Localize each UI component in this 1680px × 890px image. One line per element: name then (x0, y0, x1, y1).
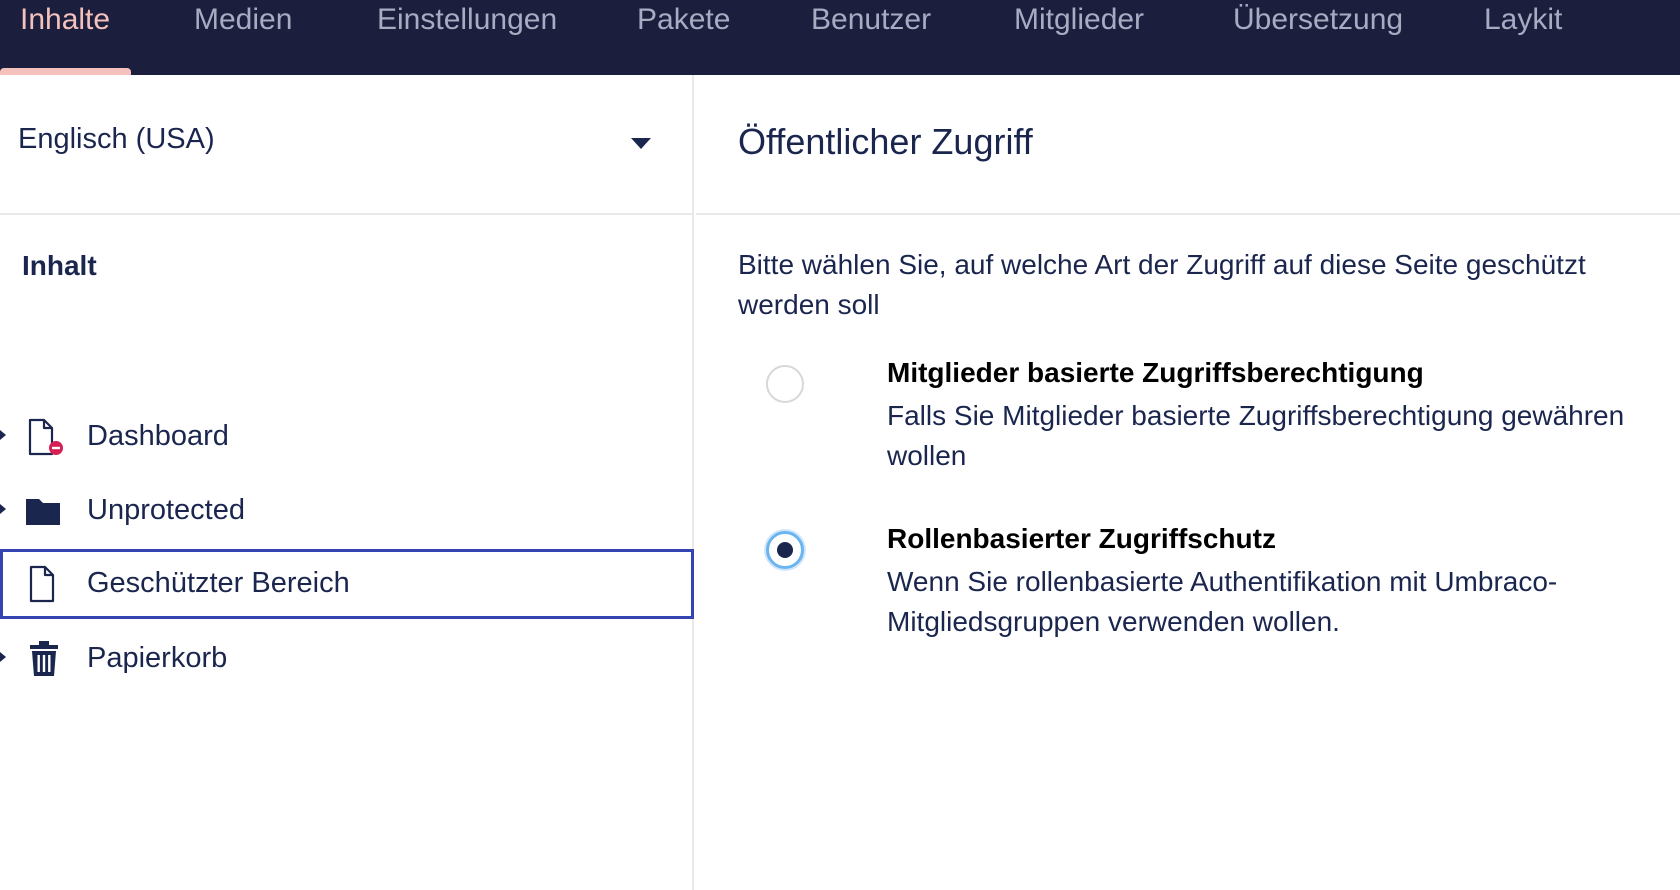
caret-down-icon (631, 138, 651, 149)
nav-tab-users[interactable]: Benutzer (811, 0, 931, 75)
tree-item-recycle-bin[interactable]: Papierkorb (0, 624, 694, 694)
nav-tab-media[interactable]: Medien (194, 0, 292, 75)
expand-arrow-icon[interactable] (0, 652, 6, 662)
radio-selected-dot (777, 542, 793, 558)
option-title: Mitglieder basierte Zugriffsberechtigung (887, 357, 1424, 388)
trash-icon (30, 641, 58, 676)
language-selector[interactable]: Englisch (USA) (0, 75, 692, 215)
tree-section-title: Inhalt (22, 250, 97, 281)
nav-tab-translation[interactable]: Übersetzung (1233, 0, 1403, 75)
tree-item-protected-area[interactable]: Geschützter Bereich (0, 549, 694, 619)
top-navigation: Inhalte Medien Einstellungen Pakete Benu… (0, 0, 1680, 75)
tree-item-dashboard[interactable]: Dashboard (0, 402, 694, 472)
panel-header: Öffentlicher Zugriff (696, 75, 1680, 215)
option-description: Wenn Sie rollenbasierte Authentifikation… (887, 566, 1558, 637)
language-selector-value: Englisch (USA) (18, 123, 215, 155)
tree-item-label: Dashboard (87, 420, 229, 452)
document-icon (29, 565, 55, 603)
option-title: Rollenbasierter Zugriffschutz (887, 523, 1276, 554)
folder-icon (26, 499, 60, 525)
radio-role-based[interactable] (766, 531, 804, 569)
active-tab-indicator (0, 68, 131, 75)
tree-item-label: Geschützter Bereich (87, 567, 350, 599)
nav-tab-laykit[interactable]: Laykit (1484, 0, 1562, 75)
nav-tab-members[interactable]: Mitglieder (1014, 0, 1144, 75)
expand-arrow-icon[interactable] (0, 430, 6, 440)
intro-text: Bitte wählen Sie, auf welche Art der Zug… (738, 249, 1586, 320)
option-description: Falls Sie Mitglieder basierte Zugriffsbe… (887, 400, 1625, 471)
nav-tab-packages[interactable]: Pakete (637, 0, 730, 75)
radio-member-based[interactable] (766, 365, 804, 403)
tree-item-unprotected[interactable]: Unprotected (0, 476, 694, 546)
tree-item-label: Unprotected (87, 494, 245, 526)
nav-tab-settings[interactable]: Einstellungen (377, 0, 557, 75)
page-title: Öffentlicher Zugriff (738, 121, 1033, 162)
document-restricted-icon (28, 418, 63, 456)
public-access-panel: Öffentlicher Zugriff Bitte wählen Sie, a… (696, 75, 1680, 890)
expand-arrow-icon[interactable] (0, 504, 6, 514)
sidebar: Englisch (USA) Inhalt Dashboard Unprotec… (0, 75, 694, 890)
tree-item-label: Papierkorb (87, 642, 228, 674)
nav-tab-content[interactable]: Inhalte (20, 0, 110, 75)
